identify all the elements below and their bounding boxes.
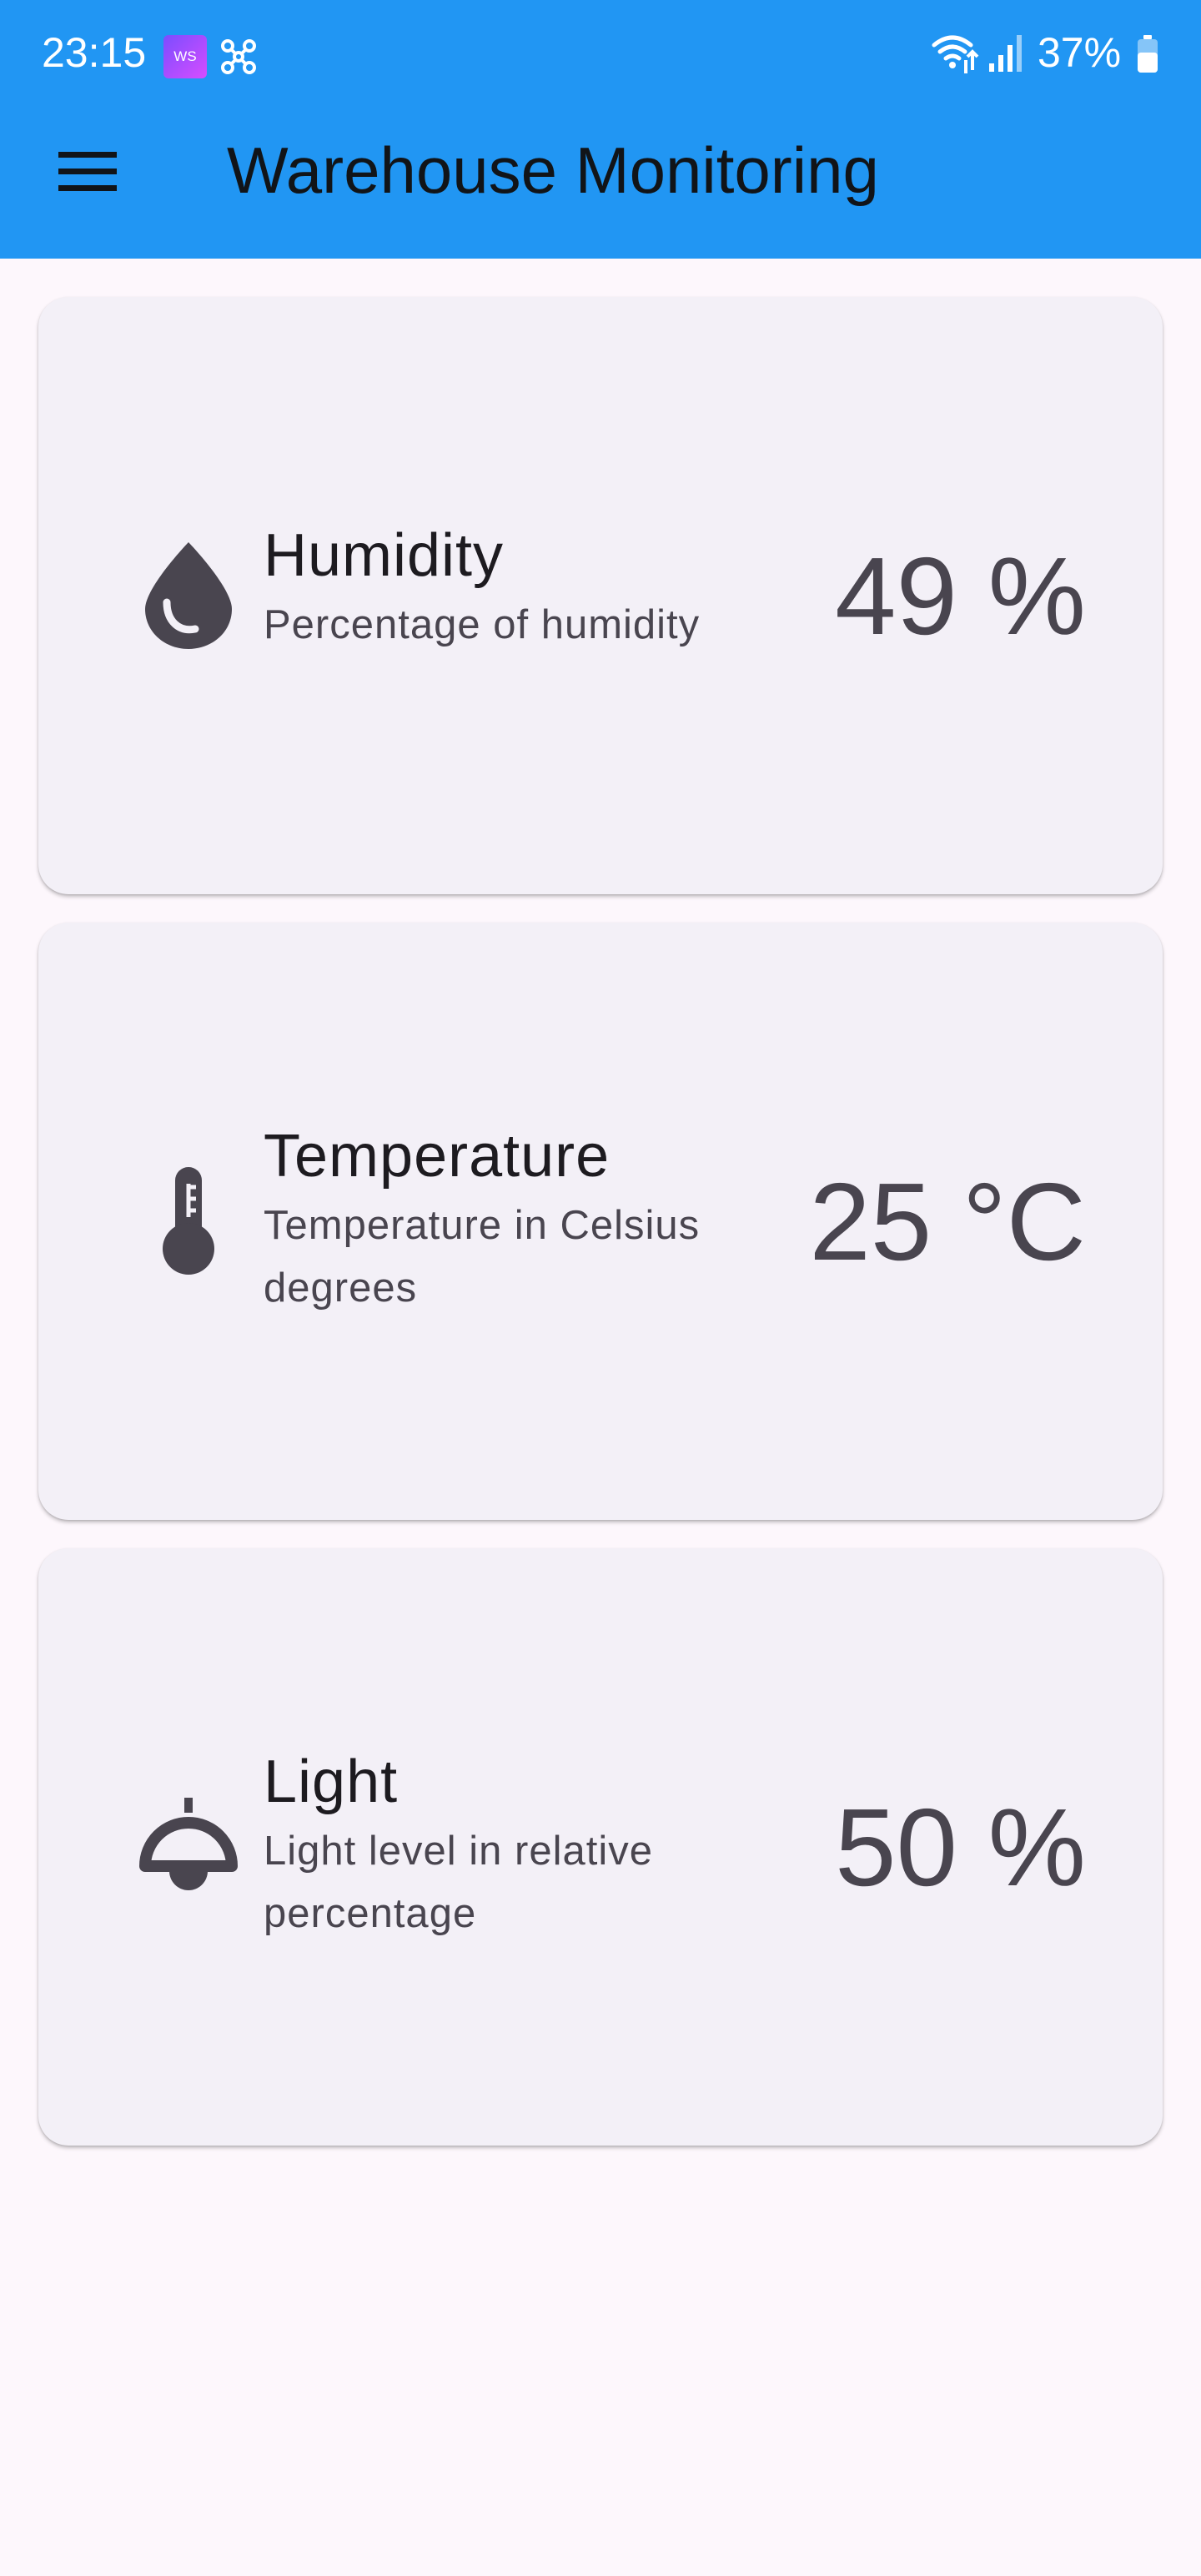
light-value: 50 %: [835, 1786, 1086, 1909]
humidity-title: Humidity: [264, 522, 505, 589]
battery-icon: [1138, 35, 1158, 73]
status-time: 23:15: [42, 29, 147, 76]
humidity-value: 49 %: [835, 535, 1086, 657]
fan-icon: [221, 39, 256, 74]
light-card[interactable]: Light Light level in relative percentage…: [38, 1548, 1163, 2146]
humidity-card[interactable]: Humidity Percentage of humidity 49 %: [38, 297, 1163, 894]
signal-icon: [989, 35, 1022, 72]
temperature-subtitle: Temperature in Celsius degrees: [264, 1203, 701, 1311]
humidity-subtitle: Percentage of humidity: [264, 602, 701, 647]
page-title: Warehouse Monitoring: [227, 133, 879, 207]
light-title: Light: [264, 1748, 399, 1815]
menu-button[interactable]: [38, 133, 135, 209]
battery-percent: 37%: [1038, 29, 1122, 76]
wifi-icon: [932, 35, 979, 73]
menu-icon: [58, 152, 117, 191]
temperature-card[interactable]: Temperature Temperature in Celsius degre…: [38, 923, 1163, 1520]
water-drop-icon: [98, 506, 279, 686]
temperature-title: Temperature: [264, 1123, 611, 1190]
light-subtitle: Light level in relative percentage: [264, 1829, 653, 1936]
thermometer-icon: [98, 1131, 279, 1311]
ws-app-icon: WS: [163, 35, 207, 78]
status-bar: 23:15 WS 37%: [0, 0, 1201, 108]
lamp-icon: [98, 1757, 279, 1937]
app-bar: 23:15 WS 37% Warehouse Monitoring: [0, 0, 1201, 259]
temperature-value: 25 °C: [809, 1160, 1086, 1283]
